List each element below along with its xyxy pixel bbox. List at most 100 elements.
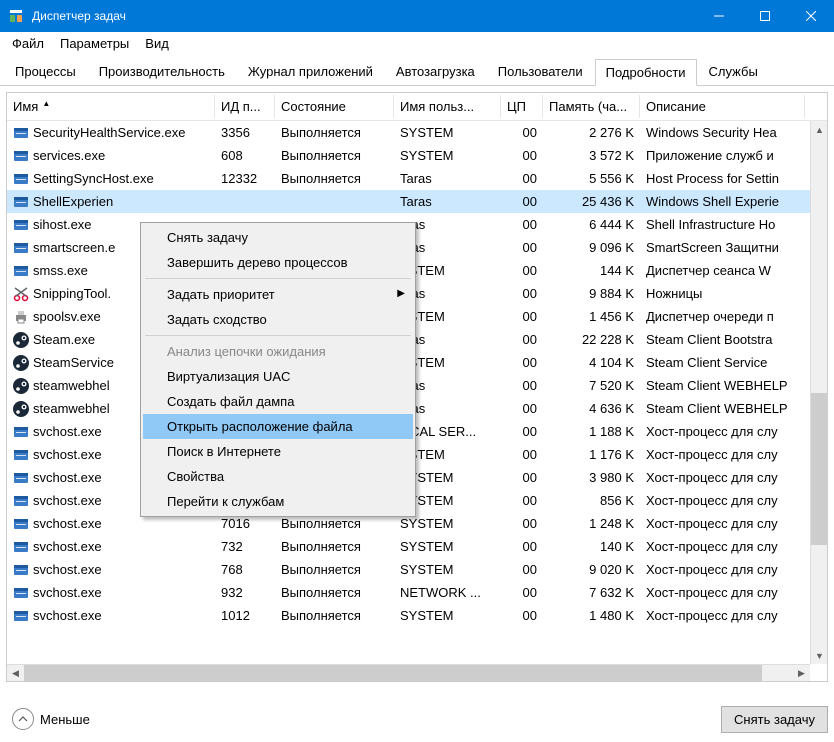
cell-cpu: 00	[501, 537, 543, 556]
cell-pid: 932	[215, 583, 275, 602]
tabs: Процессы Производительность Журнал прило…	[0, 54, 834, 86]
col-description[interactable]: Описание	[640, 95, 805, 118]
ctx-search-online[interactable]: Поиск в Интернете	[143, 439, 413, 464]
menu-file[interactable]: Файл	[4, 34, 52, 53]
table-row[interactable]: SteamServiceYSTEM004 104 KSteam Client S…	[7, 351, 827, 374]
cell-user: NETWORK ...	[394, 583, 501, 602]
cell-memory: 1 248 K	[543, 514, 640, 533]
table-row[interactable]: services.exe608ВыполняетсяSYSTEM003 572 …	[7, 144, 827, 167]
tab-services[interactable]: Службы	[698, 58, 769, 85]
table-row[interactable]: SecurityHealthService.exe3356Выполняется…	[7, 121, 827, 144]
cell-description: Хост-процесс для слу	[640, 468, 805, 487]
scroll-left-icon[interactable]: ◀	[7, 665, 24, 682]
cell-cpu: 00	[501, 445, 543, 464]
table-row[interactable]: sihost.exearas006 444 KShell Infrastruct…	[7, 213, 827, 236]
table-row[interactable]: svchost.exe14512ВыполняетсяSYSTEM00856 K…	[7, 489, 827, 512]
table-row[interactable]: spoolsv.exeYSTEM001 456 KДиспетчер очере…	[7, 305, 827, 328]
ctx-open-location[interactable]: Открыть расположение файла	[143, 414, 413, 439]
table-row[interactable]: smartscreen.earas009 096 KSmartScreen За…	[7, 236, 827, 259]
scroll-thumb[interactable]	[24, 665, 762, 682]
context-menu: Снять задачу Завершить дерево процессов …	[140, 222, 416, 517]
cell-memory: 7 632 K	[543, 583, 640, 602]
table-row[interactable]: svchost.exe768ВыполняетсяSYSTEM009 020 K…	[7, 558, 827, 581]
table-row[interactable]: svchost.exe9092ВыполняетсяSYSTEM003 980 …	[7, 466, 827, 489]
cell-description: Хост-процесс для слу	[640, 583, 805, 602]
cell-description: Хост-процесс для слу	[640, 422, 805, 441]
cell-cpu: 00	[501, 192, 543, 211]
table-row[interactable]: steamwebhelaras004 636 KSteam Client WEB…	[7, 397, 827, 420]
ctx-uac-virt[interactable]: Виртуализация UAC	[143, 364, 413, 389]
cell-name: services.exe	[7, 146, 215, 166]
col-user[interactable]: Имя польз...	[394, 95, 501, 118]
menubar: Файл Параметры Вид	[0, 32, 834, 54]
cell-user: SYSTEM	[394, 560, 501, 579]
ctx-set-affinity[interactable]: Задать сходство	[143, 307, 413, 332]
cell-cpu: 00	[501, 560, 543, 579]
table-row[interactable]: svchost.exe1012ВыполняетсяSYSTEM001 480 …	[7, 604, 827, 627]
menu-options[interactable]: Параметры	[52, 34, 137, 53]
ctx-end-tree[interactable]: Завершить дерево процессов	[143, 250, 413, 275]
cell-description: Хост-процесс для слу	[640, 445, 805, 464]
col-pid[interactable]: ИД п...	[215, 95, 275, 118]
cell-cpu: 00	[501, 514, 543, 533]
cell-memory: 9 096 K	[543, 238, 640, 257]
close-button[interactable]	[788, 0, 834, 32]
ctx-create-dump[interactable]: Создать файл дампа	[143, 389, 413, 414]
cell-description: Диспетчер сеанса W	[640, 261, 805, 280]
cell-memory: 856 K	[543, 491, 640, 510]
tab-users[interactable]: Пользователи	[487, 58, 594, 85]
tab-details[interactable]: Подробности	[595, 59, 697, 86]
cell-name: SettingSyncHost.exe	[7, 169, 215, 189]
ctx-end-task[interactable]: Снять задачу	[143, 225, 413, 250]
table-row[interactable]: svchost.exe7016ВыполняетсяSYSTEM001 248 …	[7, 512, 827, 535]
table-row[interactable]: smss.exeYSTEM00144 KДиспетчер сеанса W	[7, 259, 827, 282]
tab-startup[interactable]: Автозагрузка	[385, 58, 486, 85]
ctx-set-priority[interactable]: Задать приоритет▶	[143, 282, 413, 307]
table-row[interactable]: svchost.exeOCAL SER...001 188 KХост-проц…	[7, 420, 827, 443]
end-task-button[interactable]: Снять задачу	[721, 706, 828, 733]
cell-user: SYSTEM	[394, 146, 501, 165]
table-row[interactable]: SnippingTool.aras009 884 KНожницы	[7, 282, 827, 305]
tab-performance[interactable]: Производительность	[88, 58, 236, 85]
titlebar[interactable]: Диспетчер задач	[0, 0, 834, 32]
ctx-properties[interactable]: Свойства	[143, 464, 413, 489]
cell-memory: 3 980 K	[543, 468, 640, 487]
ctx-analyze-wait: Анализ цепочки ожидания	[143, 339, 413, 364]
ctx-goto-services[interactable]: Перейти к службам	[143, 489, 413, 514]
scroll-right-icon[interactable]: ▶	[793, 665, 810, 682]
cell-memory: 5 556 K	[543, 169, 640, 188]
scroll-up-icon[interactable]: ▲	[811, 121, 828, 138]
cell-name: SecurityHealthService.exe	[7, 123, 215, 143]
horizontal-scrollbar[interactable]: ◀ ▶	[7, 664, 810, 681]
scroll-down-icon[interactable]: ▼	[811, 647, 828, 664]
table-row[interactable]: Steam.exearas0022 228 KSteam Client Boot…	[7, 328, 827, 351]
scroll-thumb[interactable]	[811, 393, 827, 546]
process-table: Имя▲ ИД п... Состояние Имя польз... ЦП П…	[6, 92, 828, 682]
table-row[interactable]: ShellExperienTaras0025 436 KWindows Shel…	[7, 190, 827, 213]
table-row[interactable]: svchost.exe732ВыполняетсяSYSTEM00140 KХо…	[7, 535, 827, 558]
col-cpu[interactable]: ЦП	[501, 95, 543, 118]
cell-cpu: 00	[501, 215, 543, 234]
cell-cpu: 00	[501, 606, 543, 625]
table-row[interactable]: steamwebhelaras007 520 KSteam Client WEB…	[7, 374, 827, 397]
table-row[interactable]: svchost.exe932ВыполняетсяNETWORK ...007 …	[7, 581, 827, 604]
table-row[interactable]: svchost.exeYSTEM001 176 KХост-процесс дл…	[7, 443, 827, 466]
col-memory[interactable]: Память (ча...	[543, 95, 640, 118]
table-row[interactable]: SettingSyncHost.exe12332ВыполняетсяTaras…	[7, 167, 827, 190]
tab-app-history[interactable]: Журнал приложений	[237, 58, 384, 85]
maximize-button[interactable]	[742, 0, 788, 32]
menu-view[interactable]: Вид	[137, 34, 177, 53]
col-name[interactable]: Имя▲	[7, 95, 215, 118]
col-status[interactable]: Состояние	[275, 95, 394, 118]
minimize-button[interactable]	[696, 0, 742, 32]
cell-description: Диспетчер очереди п	[640, 307, 805, 326]
cell-cpu: 00	[501, 399, 543, 418]
vertical-scrollbar[interactable]: ▲ ▼	[810, 121, 827, 664]
tab-processes[interactable]: Процессы	[4, 58, 87, 85]
window-title: Диспетчер задач	[32, 9, 696, 23]
cell-description: Windows Shell Experie	[640, 192, 805, 211]
cell-cpu: 00	[501, 146, 543, 165]
cell-name: svchost.exe	[7, 583, 215, 603]
cell-memory: 1 456 K	[543, 307, 640, 326]
fewer-details-button[interactable]: Меньше	[6, 706, 96, 732]
